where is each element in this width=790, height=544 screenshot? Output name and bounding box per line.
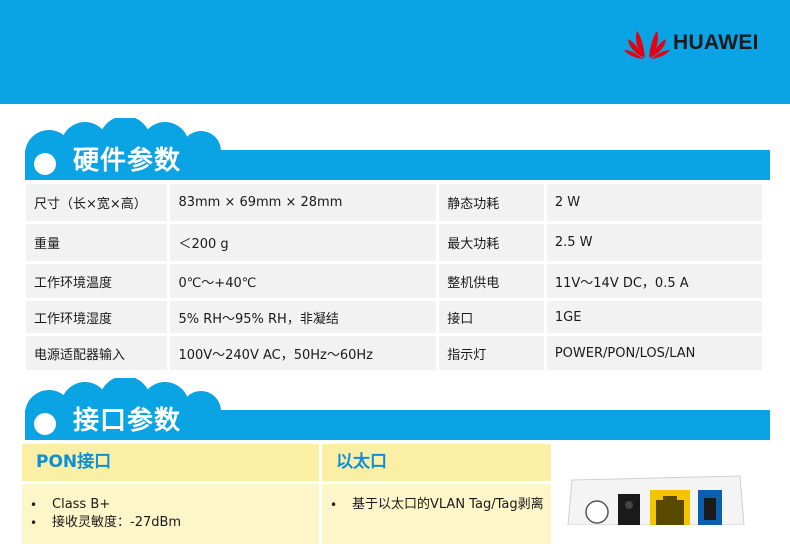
brand-name: HUAWEI <box>673 31 759 54</box>
spec-value: ＜200 g <box>170 224 437 261</box>
brand-logo: HUAWEI <box>624 26 759 60</box>
power-port-icon <box>618 494 640 525</box>
interface-section-header: 接口参数 <box>25 378 770 440</box>
spec-value: 1GE <box>546 301 762 333</box>
table-row: 尺寸（长×宽×高） 83mm × 69mm × 28mm 静态功耗 2 W <box>26 184 762 221</box>
table-row: 工作环境湿度 5% RH～95% RH，非凝结 接口 1GE <box>26 301 762 333</box>
section-title: 接口参数 <box>73 406 182 436</box>
section-bullet <box>34 413 56 435</box>
spec-value: 5% RH～95% RH，非凝结 <box>170 301 437 333</box>
spec-label: 尺寸（长×宽×高） <box>26 184 168 221</box>
spec-value: 2 W <box>546 184 762 221</box>
spec-label: 整机供电 <box>439 264 544 298</box>
spec-label: 电源适配器输入 <box>26 336 168 370</box>
column-heading: PON接口 <box>22 444 319 481</box>
list-item: 接收灵敏度：-27dBm <box>30 514 319 532</box>
spec-value: 0℃～+40℃ <box>170 264 437 298</box>
table-row: 电源适配器输入 100V～240V AC，50Hz～60Hz 指示灯 POWER… <box>26 336 762 370</box>
spec-value: POWER/PON/LOS/LAN <box>546 336 762 370</box>
hardware-section-header: 硬件参数 <box>25 118 770 180</box>
spec-value: 2.5 W <box>546 224 762 261</box>
spec-value: 11V～14V DC，0.5 A <box>546 264 762 298</box>
table-row: 重量 ＜200 g 最大功耗 2.5 W <box>26 224 762 261</box>
power-button-icon <box>585 500 609 524</box>
column-body: 基于以太口的VLAN Tag/Tag剥离 <box>322 484 551 544</box>
ont-device-image <box>567 475 745 525</box>
spec-label: 静态功耗 <box>439 184 544 221</box>
spec-label: 工作环境温度 <box>26 264 168 298</box>
ethernet-interface-column: 以太口 基于以太口的VLAN Tag/Tag剥离 <box>322 444 551 544</box>
list-item: Class B+ <box>30 496 319 514</box>
spec-label: 最大功耗 <box>439 224 544 261</box>
hardware-spec-table: 尺寸（长×宽×高） 83mm × 69mm × 28mm 静态功耗 2 W 重量… <box>23 181 765 373</box>
spec-label: 指示灯 <box>439 336 544 370</box>
column-body: Class B+ 接收灵敏度：-27dBm <box>22 484 319 544</box>
spec-label: 接口 <box>439 301 544 333</box>
table-row: 工作环境温度 0℃～+40℃ 整机供电 11V～14V DC，0.5 A <box>26 264 762 298</box>
spec-value: 83mm × 69mm × 28mm <box>170 184 437 221</box>
spec-label: 重量 <box>26 224 168 261</box>
section-title: 硬件参数 <box>73 146 182 176</box>
spec-value: 100V～240V AC，50Hz～60Hz <box>170 336 437 370</box>
column-heading: 以太口 <box>322 444 551 481</box>
pon-interface-column: PON接口 Class B+ 接收灵敏度：-27dBm <box>22 444 319 544</box>
huawei-petal-icon <box>624 31 670 59</box>
spec-label: 工作环境湿度 <box>26 301 168 333</box>
section-bullet <box>34 153 56 175</box>
list-item: 基于以太口的VLAN Tag/Tag剥离 <box>330 496 551 514</box>
